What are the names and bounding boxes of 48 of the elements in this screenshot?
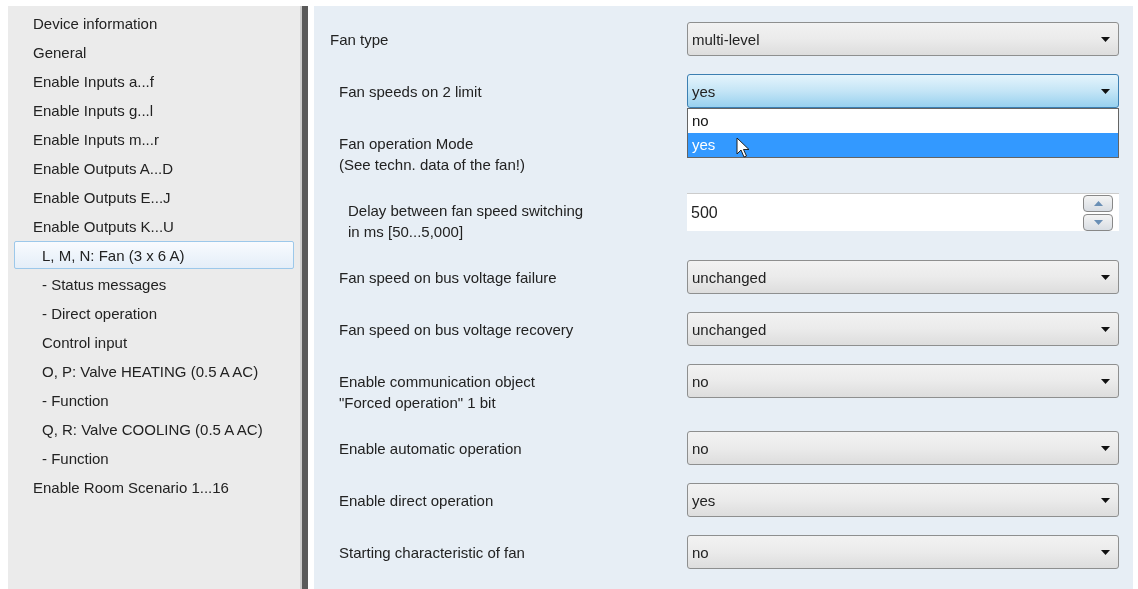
tree-item[interactable]: - Direct operation [14, 299, 294, 327]
tree-item[interactable]: - Function [14, 444, 294, 472]
caret-icon [1101, 36, 1110, 42]
tree-item[interactable]: Q, R: Valve COOLING (0.5 A AC) [14, 415, 294, 443]
dropdown[interactable]: multi-level [687, 22, 1119, 56]
decrement-button[interactable] [1083, 213, 1113, 231]
caret-icon [1101, 326, 1110, 332]
up-arrow-icon [1093, 200, 1103, 206]
parameter-label: Delay between fan speed switching in ms [50...5,000] [348, 201, 585, 242]
caret-icon [1101, 549, 1110, 555]
dropdown[interactable]: no [687, 431, 1119, 465]
parameter-label: Fan speed on bus voltage failure [339, 268, 558, 288]
dropdown[interactable]: unchanged [687, 260, 1119, 294]
tree-item[interactable]: Enable Room Scenario 1...16 [14, 473, 294, 501]
caret-icon [1101, 88, 1110, 94]
dropdown[interactable]: unchanged [687, 312, 1119, 346]
tree-item[interactable]: Enable Inputs a...f [14, 67, 294, 95]
parameter-label: Enable direct operation [339, 491, 495, 511]
caret-icon [1101, 378, 1110, 384]
tree-item[interactable]: Enable Inputs g...l [14, 96, 294, 124]
tree-item[interactable]: Enable Outputs K...U [14, 212, 294, 240]
tree-item[interactable]: Enable Outputs E...J [14, 183, 294, 211]
splitter[interactable] [300, 6, 308, 589]
caret-icon [1101, 274, 1110, 280]
tree-item[interactable]: Enable Outputs A...D [14, 154, 294, 182]
tree-item[interactable]: Enable Inputs m...r [14, 125, 294, 153]
parameter-label: Starting characteristic of fan [339, 543, 526, 563]
parameter-label: Fan speeds on 2 limit [339, 82, 483, 102]
caret-icon [1101, 445, 1110, 451]
dropdown[interactable]: no [687, 364, 1119, 398]
parameter-label: Fan type [330, 30, 390, 50]
dropdown[interactable]: no [687, 535, 1119, 569]
down-arrow-icon [1093, 219, 1103, 225]
number-field[interactable]: 500 [687, 193, 1119, 231]
caret-icon [1101, 497, 1110, 503]
dropdown[interactable]: yes [687, 483, 1119, 517]
parameter-label: Enable communication object "Forced operation" 1 bit [339, 372, 536, 413]
parameter-label: Fan speed on bus voltage recovery [339, 320, 575, 340]
increment-button[interactable] [1083, 194, 1113, 212]
tree-item[interactable]: L, M, N: Fan (3 x 6 A) [14, 241, 294, 269]
tree-item[interactable]: Device information [14, 9, 294, 37]
tree-item[interactable]: - Status messages [14, 270, 294, 298]
tree-item[interactable]: - Function [14, 386, 294, 414]
tree-item[interactable]: Control input [14, 328, 294, 356]
parameter-label: Fan operation Mode (See techn. data of the fan!) [339, 134, 526, 175]
tree-item[interactable]: O, P: Valve HEATING (0.5 A AC) [14, 357, 294, 385]
tree-item[interactable]: General [14, 38, 294, 66]
parameter-label: Enable automatic operation [339, 439, 523, 459]
